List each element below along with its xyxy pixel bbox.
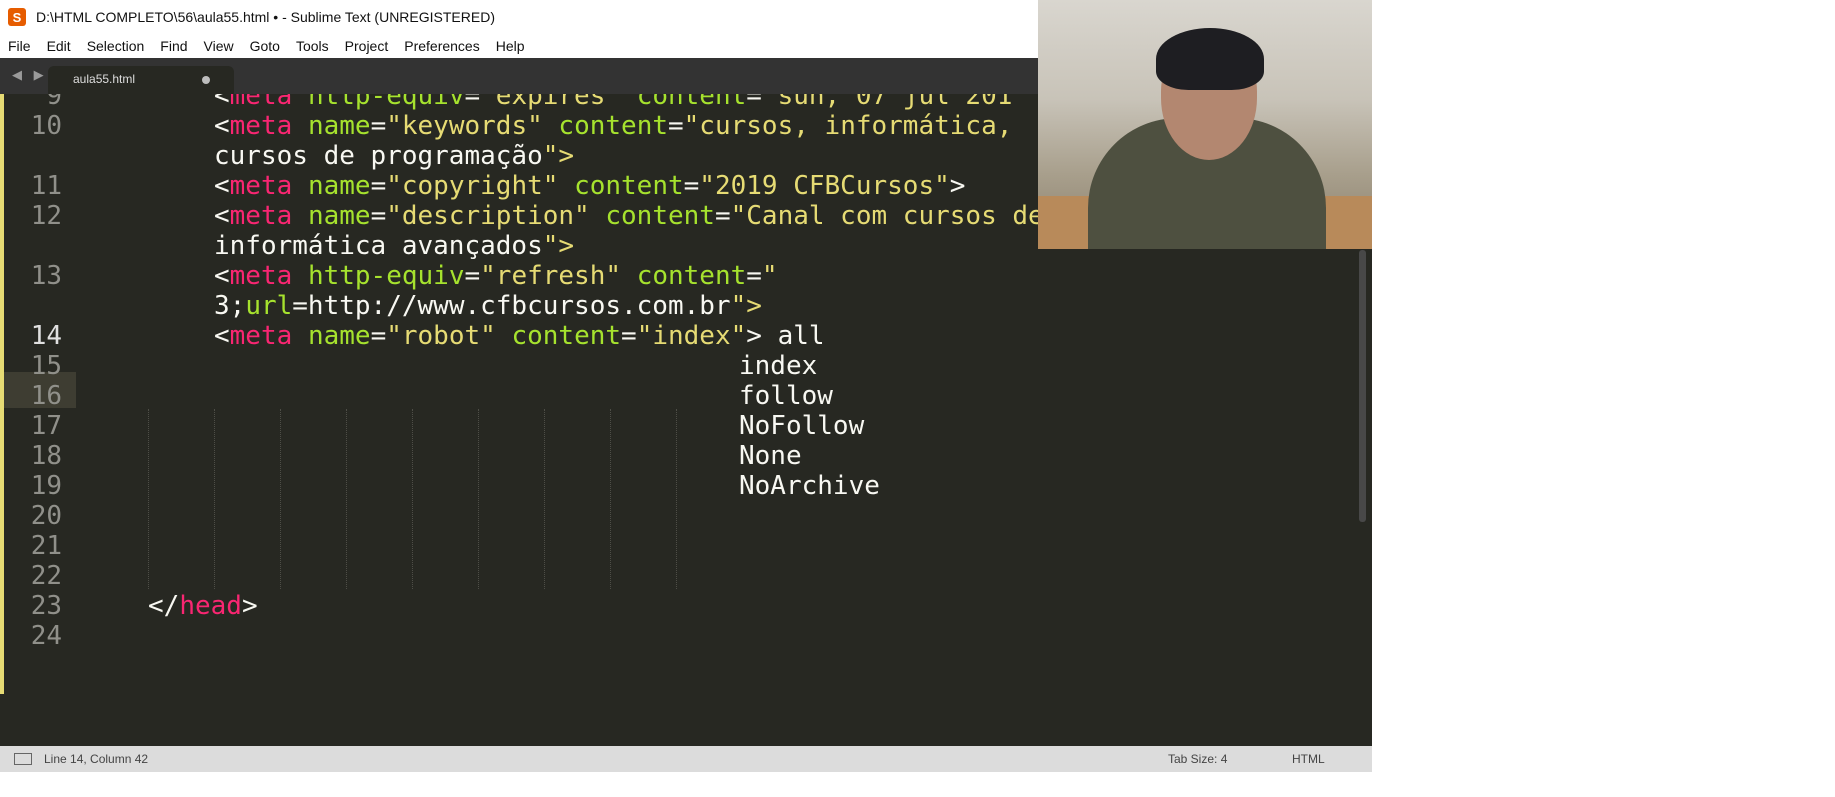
- code-line: index: [739, 351, 818, 381]
- menu-file[interactable]: File: [0, 38, 39, 54]
- menu-view[interactable]: View: [196, 38, 242, 54]
- line-number: 10: [30, 111, 62, 141]
- indent-guide: [412, 409, 414, 589]
- menu-edit[interactable]: Edit: [39, 38, 79, 54]
- indent-guide: [544, 409, 546, 589]
- line-number: 15: [30, 351, 62, 381]
- line-number: 22: [30, 561, 62, 591]
- indent-guide: [346, 409, 348, 589]
- code-line: <meta name="copyright" content="2019 CFB…: [214, 171, 966, 201]
- code-line: follow: [739, 381, 833, 411]
- panel-toggle-icon[interactable]: [14, 753, 32, 765]
- indent-guide: [610, 409, 612, 589]
- menu-preferences[interactable]: Preferences: [396, 38, 487, 54]
- tab-label: aula55.html: [73, 72, 136, 86]
- code-line: <meta http-equiv="expires" content="sun,…: [214, 94, 1013, 111]
- line-number: 13: [30, 261, 62, 291]
- line-number: 16: [30, 381, 62, 411]
- menu-tools[interactable]: Tools: [288, 38, 337, 54]
- code-line: <meta name="description" content="Canal …: [214, 201, 1044, 231]
- syntax-setting[interactable]: HTML: [1292, 752, 1325, 766]
- line-number: 23: [30, 591, 62, 621]
- code-line: cursos de programação">: [214, 141, 575, 171]
- code-line: NoArchive: [739, 471, 880, 501]
- code-line: <meta http-equiv="refresh" content=": [214, 261, 778, 291]
- code-line: </head>: [148, 591, 258, 621]
- cursor-position: Line 14, Column 42: [44, 752, 149, 766]
- menu-goto[interactable]: Goto: [242, 38, 288, 54]
- unsaved-dot-icon[interactable]: [202, 76, 210, 84]
- webcam-presenter-hair: [1156, 28, 1264, 90]
- line-number: 18: [30, 441, 62, 471]
- tab-aula55[interactable]: aula55.html: [48, 66, 234, 94]
- code-line-current: <meta name="robot" content="index"> all: [214, 321, 825, 351]
- menu-project[interactable]: Project: [337, 38, 397, 54]
- window-title: D:\HTML COMPLETO\56\aula55.html • - Subl…: [36, 9, 495, 25]
- line-number: 19: [30, 471, 62, 501]
- line-number: 20: [30, 501, 62, 531]
- line-number: 17: [30, 411, 62, 441]
- sublime-app-icon: S: [8, 8, 26, 26]
- indent-guide: [148, 409, 150, 589]
- indent-guide: [280, 409, 282, 589]
- line-number: 12: [30, 201, 62, 231]
- menu-selection[interactable]: Selection: [79, 38, 153, 54]
- menu-bar: File Edit Selection Find View Goto Tools…: [0, 34, 1040, 58]
- tab-bar: ◀ ▶ aula55.html: [0, 58, 1040, 94]
- indent-guide: [214, 409, 216, 589]
- status-bar: Line 14, Column 42 Tab Size: 4 HTML: [0, 746, 1372, 772]
- code-line: informática avançados">: [214, 231, 575, 261]
- presenter-webcam-overlay: [1038, 0, 1372, 249]
- sublime-window: S D:\HTML COMPLETO\56\aula55.html • - Su…: [0, 0, 1372, 772]
- vertical-scrollbar[interactable]: [1359, 250, 1366, 522]
- menu-find[interactable]: Find: [152, 38, 195, 54]
- menu-help[interactable]: Help: [488, 38, 533, 54]
- indent-guide: [676, 409, 678, 589]
- line-number: 21: [30, 531, 62, 561]
- indent-guide: [478, 409, 480, 589]
- line-number: 11: [30, 171, 62, 201]
- line-number: 24: [30, 621, 62, 651]
- tab-nav-arrows-icon[interactable]: ◀ ▶: [12, 67, 48, 83]
- title-bar: S D:\HTML COMPLETO\56\aula55.html • - Su…: [0, 0, 1040, 34]
- code-line: <meta name="keywords" content="cursos, i…: [214, 111, 1013, 141]
- code-line: NoFollow: [739, 411, 865, 441]
- line-number: 9: [46, 94, 62, 111]
- line-number-current: 14: [30, 321, 62, 351]
- code-line: None: [739, 441, 802, 471]
- tab-size-setting[interactable]: Tab Size: 4: [1168, 752, 1227, 766]
- code-line: 3;url=http://www.cfbcursos.com.br">: [214, 291, 762, 321]
